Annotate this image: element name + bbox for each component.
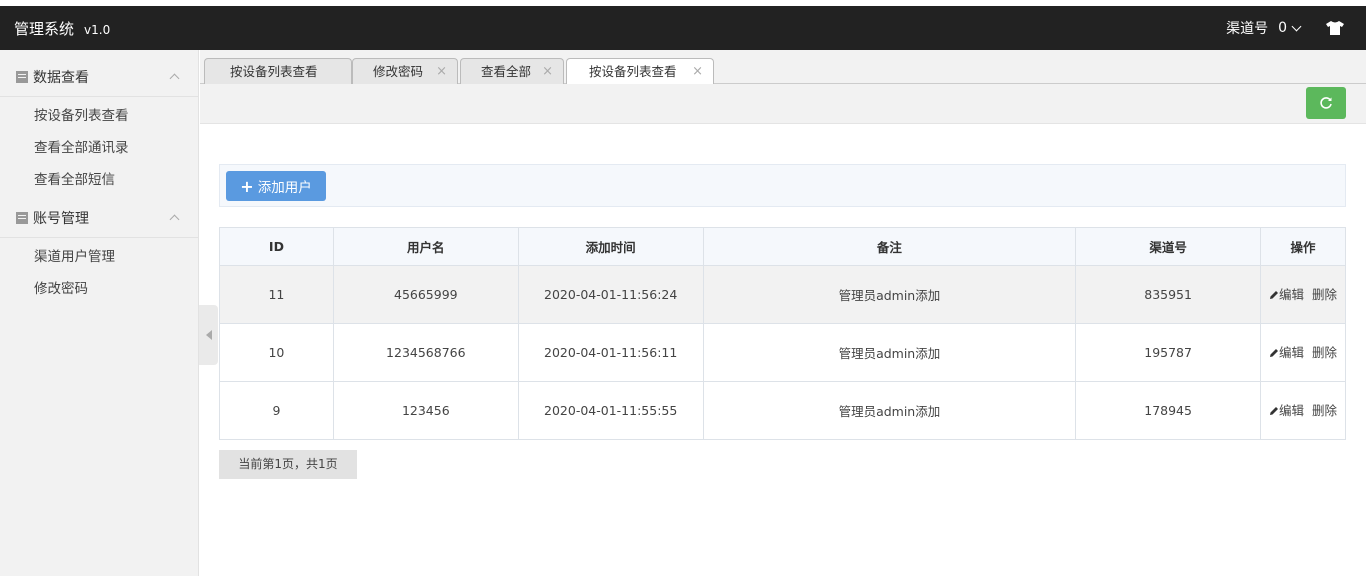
sidebar-item-sms[interactable]: 查看全部短信 bbox=[0, 164, 198, 196]
tab-device-list[interactable]: 按设备列表查看 bbox=[204, 58, 352, 84]
chevron-down-icon bbox=[1291, 21, 1302, 31]
brand: 管理系统 v1.0 bbox=[14, 18, 110, 39]
cell-remark: 管理员admin添加 bbox=[702, 323, 1077, 382]
column-header[interactable]: 用户名 bbox=[332, 227, 519, 266]
close-icon[interactable]: × bbox=[436, 59, 447, 84]
cell-username: 45665999 bbox=[332, 265, 519, 324]
app-version: v1.0 bbox=[84, 22, 111, 37]
cell-id: 11 bbox=[219, 265, 334, 324]
document-icon bbox=[16, 70, 28, 83]
tab-bar: 按设备列表查看 修改密码 × 查看全部 × 按设备列表查看 × bbox=[200, 50, 1366, 85]
close-icon[interactable]: × bbox=[542, 59, 553, 84]
tab-view-all[interactable]: 查看全部 × bbox=[460, 58, 564, 84]
tab-label: 按设备列表查看 bbox=[230, 64, 318, 79]
add-user-button[interactable]: + 添加用户 bbox=[226, 171, 326, 201]
column-header[interactable]: ID bbox=[219, 227, 334, 266]
cell-actions: 编辑 删除 bbox=[1260, 265, 1346, 324]
pencil-icon bbox=[1270, 291, 1279, 299]
refresh-button[interactable] bbox=[1306, 87, 1346, 119]
sidebar-item-contacts[interactable]: 查看全部通讯录 bbox=[0, 132, 198, 164]
sidebar-item-change-password[interactable]: 修改密码 bbox=[0, 273, 198, 305]
cell-remark: 管理员admin添加 bbox=[702, 381, 1077, 440]
column-header[interactable]: 渠道号 bbox=[1075, 227, 1262, 266]
cell-time: 2020-04-01-11:55:55 bbox=[517, 381, 704, 440]
edit-label: 编辑 bbox=[1279, 344, 1305, 360]
cell-channel: 195787 bbox=[1075, 323, 1262, 382]
tshirt-icon[interactable] bbox=[1326, 20, 1344, 36]
edit-link[interactable]: 编辑 bbox=[1269, 287, 1304, 302]
cell-username: 1234568766 bbox=[332, 323, 519, 382]
cell-channel: 178945 bbox=[1075, 381, 1262, 440]
app-title: 管理系统 bbox=[14, 19, 75, 38]
channel-label: 渠道号 bbox=[1226, 21, 1269, 37]
sidebar-group-account[interactable]: 账号管理 bbox=[0, 198, 198, 238]
pencil-icon bbox=[1270, 349, 1279, 357]
cell-actions: 编辑 删除 bbox=[1260, 381, 1346, 440]
plus-icon: + bbox=[240, 176, 254, 196]
tab-change-password[interactable]: 修改密码 × bbox=[352, 58, 458, 84]
pencil-icon bbox=[1270, 407, 1279, 415]
tab-label: 修改密码 bbox=[373, 64, 424, 79]
chevron-up-icon bbox=[169, 73, 180, 84]
cell-id: 9 bbox=[219, 381, 334, 440]
user-table: ID 用户名 添加时间 备注 渠道号 操作 11 45665999 2020-0… bbox=[219, 227, 1346, 440]
sidebar-group-label: 数据查看 bbox=[33, 69, 89, 86]
delete-link[interactable]: 删除 bbox=[1312, 345, 1337, 360]
edit-link[interactable]: 编辑 bbox=[1269, 345, 1304, 360]
channel-value: 0 bbox=[1278, 20, 1287, 36]
sidebar-collapse-button[interactable] bbox=[199, 305, 218, 365]
cell-remark: 管理员admin添加 bbox=[702, 265, 1077, 324]
sidebar-item-channel-users[interactable]: 渠道用户管理 bbox=[0, 241, 198, 273]
sidebar-group-data[interactable]: 数据查看 bbox=[0, 57, 198, 97]
add-user-label: 添加用户 bbox=[257, 180, 312, 196]
column-header[interactable]: 操作 bbox=[1260, 227, 1346, 266]
edit-label: 编辑 bbox=[1279, 286, 1305, 302]
sidebar-item-device-list[interactable]: 按设备列表查看 bbox=[0, 100, 198, 132]
cell-actions: 编辑 删除 bbox=[1260, 323, 1346, 382]
tab-device-list-active[interactable]: 按设备列表查看 × bbox=[566, 58, 714, 85]
table-row: 9 123456 2020-04-01-11:55:55 管理员admin添加 … bbox=[219, 381, 1346, 440]
close-icon[interactable]: × bbox=[692, 59, 703, 84]
column-header[interactable]: 添加时间 bbox=[517, 227, 704, 266]
cell-channel: 835951 bbox=[1075, 265, 1262, 324]
cell-time: 2020-04-01-11:56:24 bbox=[517, 265, 704, 324]
delete-link[interactable]: 删除 bbox=[1312, 287, 1337, 302]
document-icon bbox=[16, 211, 28, 224]
chevron-up-icon bbox=[169, 214, 180, 225]
top-header: 管理系统 v1.0 渠道号 0 bbox=[0, 6, 1366, 50]
pagination-info: 当前第1页，共1页 bbox=[219, 450, 357, 479]
channel-dropdown[interactable]: 渠道号 0 bbox=[1226, 18, 1344, 38]
sidebar: 数据查看 按设备列表查看 查看全部通讯录 查看全部短信 账号管理 渠道用户管理 … bbox=[0, 50, 199, 576]
tab-label: 按设备列表查看 bbox=[589, 64, 677, 79]
delete-link[interactable]: 删除 bbox=[1312, 403, 1337, 418]
action-bar: + 添加用户 bbox=[219, 164, 1346, 207]
edit-link[interactable]: 编辑 bbox=[1269, 403, 1304, 418]
toolbar bbox=[200, 84, 1366, 124]
cell-time: 2020-04-01-11:56:11 bbox=[517, 323, 704, 382]
cell-id: 10 bbox=[219, 323, 334, 382]
table-row: 11 45665999 2020-04-01-11:56:24 管理员admin… bbox=[219, 265, 1346, 324]
refresh-icon bbox=[1320, 97, 1332, 109]
chevron-left-icon bbox=[205, 330, 212, 340]
sidebar-group-label: 账号管理 bbox=[33, 210, 89, 227]
column-header[interactable]: 备注 bbox=[702, 227, 1077, 266]
tab-label: 查看全部 bbox=[481, 64, 532, 79]
table-row: 10 1234568766 2020-04-01-11:56:11 管理员adm… bbox=[219, 323, 1346, 382]
edit-label: 编辑 bbox=[1279, 402, 1305, 418]
table-header: ID 用户名 添加时间 备注 渠道号 操作 bbox=[219, 227, 1346, 266]
cell-username: 123456 bbox=[332, 381, 519, 440]
